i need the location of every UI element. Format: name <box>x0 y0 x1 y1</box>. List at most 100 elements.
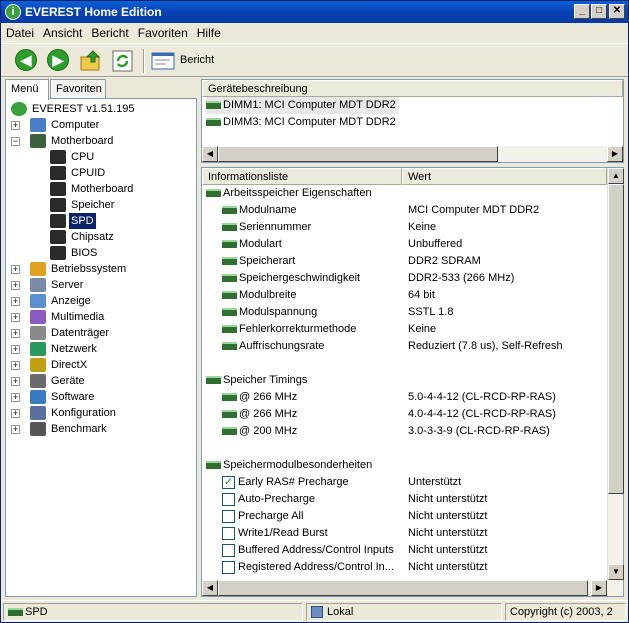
tree-item-spd[interactable]: SPD <box>6 213 196 229</box>
table-row[interactable]: Auffrischungsrate Reduziert (7.8 us), Sel… <box>202 338 607 355</box>
refresh-button[interactable] <box>111 49 135 73</box>
table-row[interactable]: Speichergeschwindigkeit DDR2-533 (266 MHz… <box>202 270 607 287</box>
expand-icon[interactable]: + <box>11 329 20 338</box>
table-row[interactable]: Seriennummer Keine <box>202 219 607 236</box>
expand-icon[interactable]: + <box>11 265 20 274</box>
menu-bericht[interactable]: Bericht <box>86 23 132 40</box>
status-panel-copyright: Copyright (c) 2003, 2 <box>505 603 626 621</box>
scroll-left-button[interactable]: ◀ <box>202 146 218 162</box>
menu-hilfe[interactable]: Hilfe <box>192 23 225 40</box>
scroll-thumb[interactable] <box>608 184 624 494</box>
info-list[interactable]: Informationsliste Wert Arbeitsspeicher E… <box>201 167 624 597</box>
scroll-down-button[interactable]: ▼ <box>608 564 624 580</box>
expand-icon[interactable]: + <box>11 393 20 402</box>
tree-item-chipsatz[interactable]: Chipsatz <box>6 229 196 245</box>
tree-item-speicher[interactable]: Speicher <box>6 197 196 213</box>
tree-item-multimedia[interactable]: + Multimedia <box>6 309 196 325</box>
minimize-button[interactable]: _ <box>574 4 590 19</box>
tree-item-directx[interactable]: + DirectX <box>6 357 196 373</box>
table-row[interactable]: Fehlerkorrekturmethode Keine <box>202 321 607 338</box>
device-description-header[interactable]: Gerätebeschreibung <box>202 80 623 97</box>
table-row[interactable]: ✓ Early RAS# Precharge Unterstützt <box>202 474 607 491</box>
tree-item-computer[interactable]: + Computer <box>6 117 196 133</box>
tree-item-motherboard[interactable]: Motherboard <box>6 181 196 197</box>
expand-icon[interactable]: + <box>11 361 20 370</box>
info-column-header[interactable]: Informationsliste <box>202 168 402 185</box>
storage-icon <box>30 326 46 340</box>
table-row[interactable]: Buffered Address/Control Inputs Nicht unt… <box>202 542 607 559</box>
expand-icon[interactable]: + <box>11 281 20 290</box>
expand-icon[interactable]: + <box>11 409 20 418</box>
scroll-up-button[interactable]: ▲ <box>608 168 624 184</box>
expand-icon[interactable]: + <box>11 313 20 322</box>
up-button[interactable] <box>79 49 103 73</box>
device-list[interactable]: Gerätebeschreibung DIMM1: MCI Computer M… <box>201 79 624 163</box>
expand-icon[interactable]: + <box>11 377 20 386</box>
status-bar: SPD Lokal Copyright (c) 2003, 2 <box>1 600 628 622</box>
expand-icon[interactable]: + <box>11 121 20 130</box>
value-column-header[interactable]: Wert <box>402 168 607 185</box>
menu-datei[interactable]: Datei <box>1 23 38 40</box>
close-button[interactable]: ✕ <box>609 4 625 19</box>
tab-favoriten[interactable]: Favoriten <box>50 79 106 99</box>
scroll-thumb[interactable] <box>218 580 588 596</box>
maximize-button[interactable]: □ <box>591 4 607 19</box>
property-value: Nicht unterstützt <box>408 510 488 522</box>
device-item[interactable]: DIMM3: MCI Computer MDT DDR2 <box>206 114 396 131</box>
table-row[interactable]: Write1/Read Burst Nicht unterstützt <box>202 525 607 542</box>
scroll-left-button[interactable]: ◀ <box>202 580 218 596</box>
tree-item-software[interactable]: + Software <box>6 389 196 405</box>
table-row[interactable]: @ 200 MHz 3.0-3-3-9 (CL-RCD-RP-RAS) <box>202 423 607 440</box>
back-arrow-icon: ◀ <box>15 49 37 71</box>
table-row[interactable]: Auto-Precharge Nicht unterstützt <box>202 491 607 508</box>
tree-item-geräte[interactable]: + Geräte <box>6 373 196 389</box>
device-hscrollbar[interactable]: ◀ ▶ <box>202 146 623 162</box>
table-row[interactable]: Modulart Unbuffered <box>202 236 607 253</box>
table-row[interactable]: Modulspannung SSTL 1.8 <box>202 304 607 321</box>
table-row[interactable]: Speicherart DDR2 SDRAM <box>202 253 607 270</box>
scroll-right-button[interactable]: ▶ <box>591 580 607 596</box>
info-vscrollbar[interactable]: ▲ ▼ <box>607 168 624 580</box>
table-row[interactable]: Registered Address/Control In... Nicht un… <box>202 559 607 576</box>
tree-item-label: Motherboard <box>51 135 114 147</box>
tree-item-datenträger[interactable]: + Datenträger <box>6 325 196 341</box>
expand-icon[interactable]: + <box>11 425 20 434</box>
expand-icon[interactable]: + <box>11 345 20 354</box>
menu-ansicht[interactable]: Ansicht <box>38 23 86 40</box>
collapse-icon[interactable]: − <box>11 137 20 146</box>
scroll-thumb[interactable] <box>218 146 498 162</box>
menu-favoriten[interactable]: Favoriten <box>133 23 192 40</box>
section-row[interactable]: Arbeitsspeicher Eigenschaften <box>202 185 607 202</box>
tree-item-benchmark[interactable]: + Benchmark <box>6 421 196 437</box>
navigation-tree[interactable]: EVEREST v1.51.195 + Computer − Motherboard CP… <box>5 98 197 597</box>
expand-icon[interactable]: + <box>11 297 20 306</box>
section-row[interactable]: Speichermodulbesonderheiten <box>202 457 607 474</box>
table-row[interactable]: Modulname MCI Computer MDT DDR2 <box>202 202 607 219</box>
back-button[interactable]: ◀ <box>15 49 39 73</box>
table-row[interactable]: Precharge All Nicht unterstützt <box>202 508 607 525</box>
device-item[interactable]: DIMM1: MCI Computer MDT DDR2 <box>206 97 399 114</box>
tree-item-netzwerk[interactable]: + Netzwerk <box>6 341 196 357</box>
tree-root[interactable]: EVEREST v1.51.195 <box>6 101 196 117</box>
title-bar[interactable]: i EVEREST Home Edition _ □ ✕ <box>1 1 628 23</box>
tree-item-betriebssystem[interactable]: + Betriebssystem <box>6 261 196 277</box>
tree-item-anzeige[interactable]: + Anzeige <box>6 293 196 309</box>
tree-item-cpuid[interactable]: CPUID <box>6 165 196 181</box>
scroll-right-button[interactable]: ▶ <box>607 146 623 162</box>
tree-item-motherboard[interactable]: − Motherboard <box>6 133 196 149</box>
tab-menu[interactable]: Menü <box>5 79 49 100</box>
tree-item-cpu[interactable]: CPU <box>6 149 196 165</box>
section-row[interactable]: Speicher Timings <box>202 372 607 389</box>
checkbox-icon: ✓ <box>222 475 235 489</box>
table-row[interactable]: @ 266 MHz 4.0-4-4-12 (CL-RCD-RP-RAS) <box>202 406 607 423</box>
table-row[interactable]: @ 266 MHz 5.0-4-4-12 (CL-RCD-RP-RAS) <box>202 389 607 406</box>
tree-item-server[interactable]: + Server <box>6 277 196 293</box>
tree-item-bios[interactable]: BIOS <box>6 245 196 261</box>
info-hscrollbar[interactable]: ◀ ▶ <box>202 580 623 596</box>
tree-item-konfiguration[interactable]: + Konfiguration <box>6 405 196 421</box>
table-row[interactable]: Modulbreite 64 bit <box>202 287 607 304</box>
property-value: Nicht unterstützt <box>408 544 488 556</box>
memory-module-icon <box>222 291 237 300</box>
forward-button[interactable]: ▶ <box>47 49 71 73</box>
memory-module-icon <box>222 393 237 402</box>
